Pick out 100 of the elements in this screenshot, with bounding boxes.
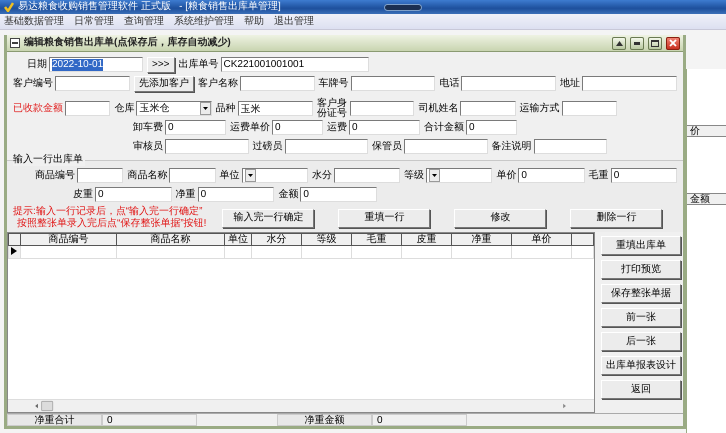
total-label: 净重合计 <box>7 414 102 426</box>
input-field[interactable]: 0 <box>610 168 677 183</box>
checkmark-icon <box>4 2 14 12</box>
field-label: 品种 <box>216 102 236 114</box>
input-field[interactable]: CK221001001001 <box>220 57 369 72</box>
progress-indicator-icon <box>384 4 422 10</box>
field-label: 合计金额 <box>424 122 464 134</box>
field-label: 地址 <box>560 78 580 90</box>
field-label: 客户名称 <box>198 78 238 90</box>
field-label: 备注说明 <box>492 140 532 152</box>
maximize-button[interactable] <box>648 36 662 50</box>
menu-item[interactable]: 基础数据管理 <box>4 14 64 30</box>
field-label: 运输方式 <box>520 102 560 114</box>
total-value: 0 <box>102 414 197 426</box>
field-label: 水分 <box>312 170 332 182</box>
field-label: 仓库 <box>114 102 134 114</box>
minimize-icon <box>634 42 640 44</box>
field-label: 运费单价 <box>230 122 270 134</box>
field-label: 车牌号 <box>318 78 349 90</box>
input-field[interactable] <box>582 76 677 91</box>
input-field[interactable] <box>350 101 414 116</box>
action-button[interactable]: 修改 <box>454 208 546 228</box>
side-button[interactable]: 前一张 <box>601 308 681 327</box>
field-label: 已收款金额 <box>13 102 63 114</box>
input-field[interactable]: 0 <box>518 168 585 183</box>
field-label: 审核员 <box>133 140 163 152</box>
field-label: 司机姓名 <box>418 102 458 114</box>
side-button[interactable]: 重填出库单 <box>601 236 681 255</box>
field-label: 过磅员 <box>252 140 282 152</box>
side-button[interactable]: 返回 <box>601 380 681 399</box>
field-label: 净重 <box>176 188 196 200</box>
field-label: 卸车费 <box>133 122 163 134</box>
input-field[interactable] <box>562 101 617 116</box>
side-button[interactable]: 出库单报表设计 <box>601 356 681 375</box>
input-field[interactable]: 0 <box>165 120 226 135</box>
child-window-title: 编辑粮食销售出库单(点保存后，库存自动减少) <box>24 37 231 49</box>
input-field[interactable] <box>65 101 110 116</box>
input-field[interactable]: 2022-10-01 <box>49 57 143 72</box>
field-label: 保管员 <box>372 140 402 152</box>
input-field[interactable] <box>534 139 607 154</box>
input-field[interactable]: 0 <box>95 187 172 202</box>
input-field[interactable] <box>461 76 556 91</box>
dropdown-field[interactable] <box>426 168 492 183</box>
input-field[interactable] <box>350 76 436 91</box>
menu-item[interactable]: 帮助 <box>244 14 264 30</box>
menu-item[interactable]: 退出管理 <box>274 14 314 30</box>
field-label: 毛重 <box>588 170 609 182</box>
input-field[interactable] <box>284 139 368 154</box>
column-header: 毛重 <box>352 234 402 246</box>
collapse-button[interactable] <box>612 36 626 50</box>
window-title: 易达粮食收购销售管理软件 正式版 - [粮食销售出库单管理] <box>18 1 281 13</box>
dropdown-field[interactable] <box>242 168 308 183</box>
input-field[interactable] <box>77 168 124 183</box>
input-field[interactable]: 玉米 <box>238 101 313 116</box>
input-field[interactable] <box>169 168 216 183</box>
input-field[interactable]: 0 <box>300 187 378 202</box>
side-button[interactable]: 后一张 <box>601 332 681 351</box>
dropdown-field[interactable]: 玉米仓 <box>136 101 212 116</box>
hint-text: 提示:输入一行记录后，点“输入完一行确定” <box>13 206 204 218</box>
action-button[interactable]: 输入完一行确定 <box>222 208 314 228</box>
side-button[interactable]: 打印预览 <box>601 260 681 279</box>
column-header: 单价 <box>512 234 572 246</box>
field-label: 客户身份证号 <box>316 99 348 118</box>
input-field[interactable]: 0 <box>466 120 517 135</box>
field-label: 单价 <box>496 170 516 182</box>
close-button[interactable] <box>666 36 680 50</box>
menu-item[interactable]: 日常管理 <box>74 14 114 30</box>
menu-item[interactable]: 系统维护管理 <box>174 14 234 30</box>
input-field[interactable]: 0 <box>349 120 420 135</box>
total-label: 净重金额 <box>277 414 372 426</box>
field-label: 商品名称 <box>127 170 168 182</box>
field-label: 等级 <box>404 170 424 182</box>
add-customer-button[interactable]: 先添加客户 <box>134 76 194 92</box>
minus-box-icon <box>10 38 20 48</box>
expand-button[interactable]: >>> <box>147 56 175 72</box>
field-label: 皮重 <box>73 188 93 200</box>
menu-item[interactable]: 查询管理 <box>124 14 164 30</box>
input-field[interactable] <box>165 139 248 154</box>
column-header: 等级 <box>302 234 352 246</box>
action-button[interactable]: 重填一行 <box>338 208 430 228</box>
hint-text: 按照整张单录入完后点“保存整张单据”按钮! <box>16 218 206 230</box>
action-button[interactable]: 删除一行 <box>570 208 662 228</box>
column-header: 净重 <box>452 234 512 246</box>
side-button[interactable]: 保存整张单据 <box>601 284 681 303</box>
field-label: 日期 <box>27 58 47 70</box>
column-header: 皮重 <box>402 234 452 246</box>
input-field[interactable] <box>404 139 488 154</box>
caret-up-icon <box>616 40 622 46</box>
maximize-icon <box>651 40 659 46</box>
column-header: 金额 <box>687 193 726 205</box>
input-field[interactable]: 0 <box>198 187 274 202</box>
column-header: 水分 <box>252 234 302 246</box>
input-field[interactable] <box>460 101 516 116</box>
input-field[interactable] <box>55 76 130 91</box>
minimize-button[interactable] <box>630 36 644 50</box>
horizontal-scrollbar[interactable] <box>8 399 594 412</box>
input-field[interactable]: 0 <box>272 120 323 135</box>
column-header: 单位 <box>224 234 252 246</box>
input-field[interactable] <box>240 76 315 91</box>
input-field[interactable] <box>334 168 400 183</box>
